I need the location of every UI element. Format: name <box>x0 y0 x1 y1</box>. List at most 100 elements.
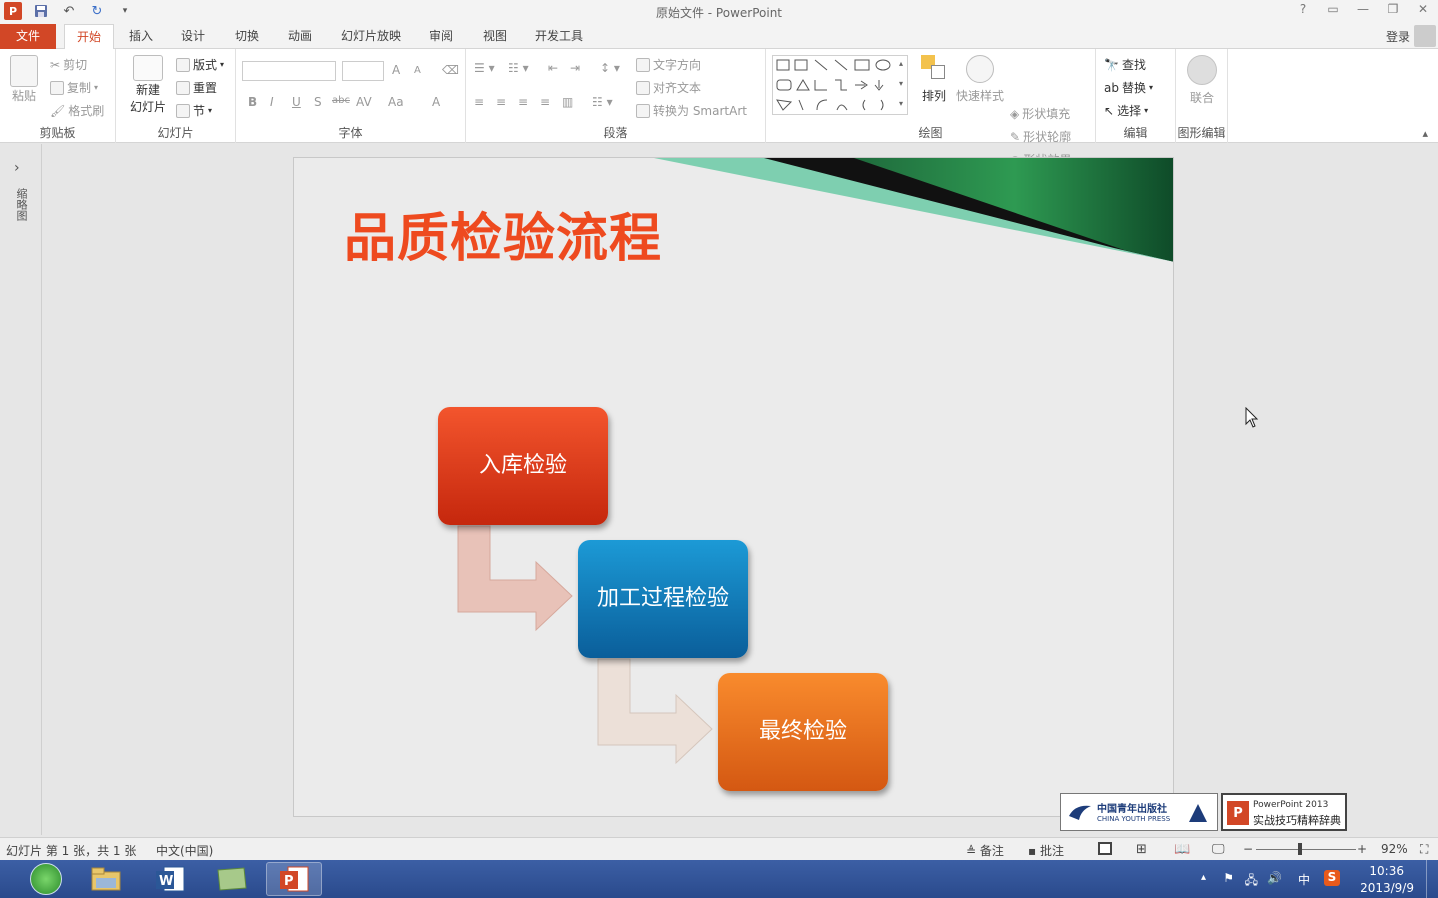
volume-icon[interactable]: 🔊 <box>1267 871 1282 885</box>
tab-insert[interactable]: 插入 <box>120 24 162 49</box>
zoom-slider-thumb[interactable] <box>1298 843 1302 855</box>
network-icon[interactable]: 🖧 <box>1245 871 1258 892</box>
quick-styles-button[interactable]: 快速样式 <box>954 55 1006 104</box>
tab-review[interactable]: 审阅 <box>420 24 462 49</box>
change-case-button[interactable]: Aa <box>388 95 404 109</box>
new-slide-button[interactable]: 新建 幻灯片 <box>122 55 174 115</box>
grow-font-button[interactable]: A <box>392 63 400 77</box>
clock-date[interactable]: 2013/9/9 <box>1360 881 1414 895</box>
show-desktop-button[interactable] <box>1426 860 1438 898</box>
tab-view[interactable]: 视图 <box>474 24 516 49</box>
bold-button[interactable]: B <box>248 95 257 109</box>
minimize-icon[interactable]: — <box>1354 2 1372 16</box>
arrange-button[interactable]: 排列 <box>916 55 952 104</box>
tab-developer[interactable]: 开发工具 <box>528 24 590 49</box>
increase-indent-icon[interactable]: ⇥ <box>570 61 580 75</box>
shape-fill-button[interactable]: ◈ 形状填充 <box>1010 105 1070 122</box>
normal-view-icon[interactable] <box>1098 842 1112 855</box>
format-painter-button[interactable]: 🖌 格式刷 <box>50 102 104 119</box>
notes-button[interactable]: ≜ 备注 <box>966 842 1004 859</box>
cut-button[interactable]: ✂ 剪切 <box>50 56 87 73</box>
numbering-icon[interactable]: ☷ ▾ <box>508 61 529 75</box>
action-center-flag-icon[interactable]: ⚑ <box>1223 871 1234 885</box>
align-right-icon[interactable]: ≡ <box>518 95 528 109</box>
paste-button[interactable]: 粘贴 <box>6 55 42 104</box>
shapes-gallery[interactable]: ▴ ▾ ▾ <box>772 55 908 115</box>
language-indicator[interactable]: 中文(中国) <box>156 842 213 859</box>
align-text-button[interactable]: 对齐文本 <box>636 79 701 96</box>
restore-icon[interactable]: ❐ <box>1384 2 1402 16</box>
copy-button[interactable]: 复制 ▾ <box>50 79 98 96</box>
underline-button[interactable]: U <box>292 95 301 109</box>
reading-view-icon[interactable]: 📖 <box>1174 842 1190 857</box>
zoom-level[interactable]: 92% <box>1381 842 1408 856</box>
zoom-slider[interactable] <box>1256 849 1356 850</box>
login-link[interactable]: 登录 <box>1386 28 1410 45</box>
tab-slideshow[interactable]: 幻灯片放映 <box>333 24 409 49</box>
help-icon[interactable]: ? <box>1294 2 1312 16</box>
flow-step-final-inspection[interactable]: 最终检验 <box>718 673 888 791</box>
group-paragraph: ☰ ▾ ☷ ▾ ⇤ ⇥ ↕ ▾ ≡ ≡ ≡ ≡ ▥ ☷ ▾ 文字方向 对齐文本 … <box>466 49 766 143</box>
close-icon[interactable]: ✕ <box>1414 2 1432 16</box>
flow-step-process-inspection[interactable]: 加工过程检验 <box>578 540 748 658</box>
select-button[interactable]: ↖ 选择 ▾ <box>1104 102 1148 119</box>
tab-file[interactable]: 文件 <box>0 24 56 49</box>
shape-outline-button[interactable]: ✎ 形状轮廓 <box>1010 128 1071 145</box>
user-avatar-icon[interactable] <box>1414 25 1436 47</box>
char-spacing-button[interactable]: AV <box>356 95 372 109</box>
collapse-ribbon-icon[interactable]: ▴ <box>1422 127 1428 140</box>
find-button[interactable]: 🔭 查找 <box>1104 56 1146 73</box>
taskbar-powerpoint-icon[interactable]: P <box>266 862 322 896</box>
text-direction-button[interactable]: 文字方向 <box>636 56 701 73</box>
zoom-out-icon[interactable]: − <box>1243 842 1253 856</box>
columns-icon[interactable]: ☷ ▾ <box>592 95 613 109</box>
replace-button[interactable]: ab 替换 ▾ <box>1104 79 1153 96</box>
slide-canvas[interactable]: 品质检验流程 入库检验 加工过程检验 最终检验 <box>293 157 1174 817</box>
ribbon-display-options-icon[interactable]: ▭ <box>1324 2 1342 16</box>
line-spacing-icon[interactable]: ↕ ▾ <box>600 61 620 75</box>
font-size-select[interactable] <box>342 61 384 81</box>
comments-button[interactable]: ▪ 批注 <box>1028 842 1064 859</box>
mouse-cursor-icon <box>1245 407 1259 428</box>
convert-smartart-button[interactable]: 转换为 SmartArt <box>636 102 747 119</box>
justify-icon[interactable]: ≡ <box>540 95 550 109</box>
slide-title[interactable]: 品质检验流程 <box>344 196 662 271</box>
font-family-select[interactable] <box>242 61 336 81</box>
bullets-icon[interactable]: ☰ ▾ <box>474 61 495 75</box>
flow-arrow-2[interactable] <box>594 655 724 765</box>
tab-transitions[interactable]: 切换 <box>226 24 268 49</box>
ime-indicator[interactable]: 中 <box>1298 871 1310 888</box>
clock-time[interactable]: 10:36 <box>1369 864 1404 878</box>
flow-arrow-1[interactable] <box>454 522 584 632</box>
shadow-button[interactable]: S <box>314 95 322 109</box>
flow-step-incoming-inspection[interactable]: 入库检验 <box>438 407 608 525</box>
sogou-ime-icon[interactable]: S <box>1324 870 1340 886</box>
tab-home[interactable]: 开始 <box>64 24 114 50</box>
decrease-indent-icon[interactable]: ⇤ <box>548 61 558 75</box>
taskbar-word-icon[interactable]: W <box>142 862 198 896</box>
tab-design[interactable]: 设计 <box>172 24 214 49</box>
shrink-font-button[interactable]: A <box>414 65 421 76</box>
expand-pane-icon[interactable]: › <box>14 160 20 176</box>
align-left-icon[interactable]: ≡ <box>474 95 484 109</box>
svg-text:▾: ▾ <box>899 99 903 108</box>
slide-sorter-icon[interactable]: ⊞ <box>1136 842 1147 857</box>
clear-format-icon[interactable]: ⌫ <box>442 63 459 77</box>
start-button-icon[interactable] <box>30 863 62 895</box>
align-center-icon[interactable]: ≡ <box>496 95 506 109</box>
zoom-in-icon[interactable]: + <box>1357 842 1367 856</box>
italic-button[interactable]: I <box>270 95 274 109</box>
show-hidden-icons[interactable]: ▴ <box>1201 872 1206 883</box>
font-color-button[interactable]: A <box>432 95 440 109</box>
reset-button[interactable]: 重置 <box>176 79 217 96</box>
combine-button[interactable]: 联合 <box>1184 55 1220 106</box>
taskbar-explorer-icon[interactable] <box>78 862 134 896</box>
tab-animations[interactable]: 动画 <box>279 24 321 49</box>
layout-button[interactable]: 版式 ▾ <box>176 56 224 73</box>
slideshow-view-icon[interactable]: 🖵 <box>1212 842 1225 857</box>
fit-to-window-icon[interactable]: ⛶ <box>1420 842 1428 857</box>
taskbar-paper-icon[interactable] <box>204 862 260 896</box>
distributed-icon[interactable]: ▥ <box>562 95 573 109</box>
section-button[interactable]: 节 ▾ <box>176 102 212 119</box>
strikethrough-button[interactable]: abc <box>332 95 350 106</box>
